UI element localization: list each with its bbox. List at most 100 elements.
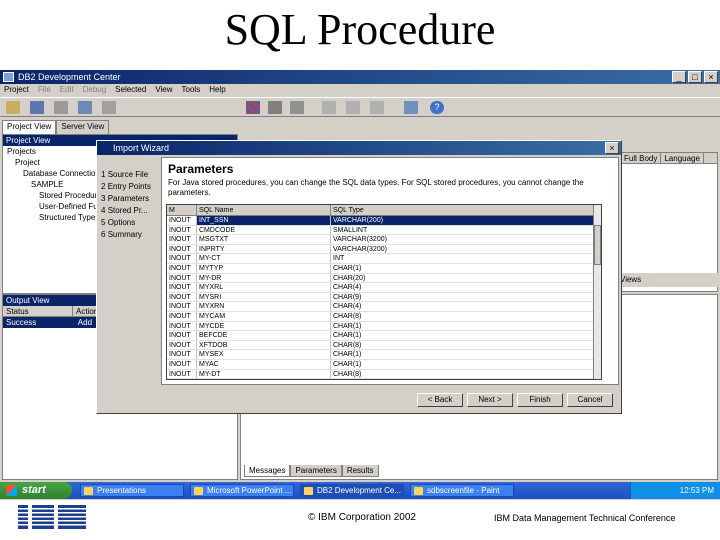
menu-file[interactable]: File bbox=[38, 84, 51, 96]
table-row[interactable]: INOUT MY-CT INT bbox=[167, 254, 601, 264]
menu-debug[interactable]: Debug bbox=[83, 84, 107, 96]
tab-parameters[interactable]: Parameters bbox=[290, 465, 342, 477]
tool-icon[interactable] bbox=[322, 101, 336, 114]
tab-project-view[interactable]: Project View bbox=[2, 120, 57, 134]
mode-cell: INOUT bbox=[167, 254, 197, 263]
column-header[interactable]: M bbox=[167, 205, 197, 215]
taskbar-item[interactable]: DB2 Development Ce... bbox=[300, 484, 404, 497]
type-cell: INT bbox=[331, 254, 599, 263]
wizard-step[interactable]: 6 Summary bbox=[101, 229, 159, 240]
table-row[interactable]: INOUT XFTDOB CHAR(8) bbox=[167, 340, 601, 351]
menu-help[interactable]: Help bbox=[209, 84, 225, 96]
type-cell: CHAR(4) bbox=[331, 283, 599, 292]
type-cell: CHAR(9) bbox=[331, 292, 599, 302]
menu-edit[interactable]: Edit bbox=[60, 84, 74, 96]
refresh-icon[interactable] bbox=[102, 101, 116, 114]
minimize-button[interactable]: _ bbox=[672, 71, 686, 83]
mode-cell: INOUT bbox=[167, 225, 197, 235]
type-cell: VARCHAR(3200) bbox=[331, 235, 599, 244]
table-row[interactable]: INOUT MYAC CHAR(1) bbox=[167, 359, 601, 370]
tab-messages[interactable]: Messages bbox=[244, 465, 291, 477]
column-header[interactable]: Full Body bbox=[621, 153, 662, 163]
page-description: For Java stored procedures, you can chan… bbox=[168, 178, 584, 197]
name-cell: MYXRU bbox=[197, 379, 331, 380]
cancel-button[interactable]: Cancel bbox=[567, 393, 613, 407]
type-cell: CHAR(8) bbox=[331, 311, 599, 321]
table-row[interactable]: INOUT MYCDE CHAR(1) bbox=[167, 321, 601, 332]
menu-view[interactable]: View bbox=[155, 84, 172, 96]
type-cell: CHAR(20) bbox=[331, 273, 599, 283]
dialog-titlebar: Import Wizard × bbox=[97, 141, 621, 155]
type-cell: SMALLINT bbox=[331, 225, 599, 235]
name-cell: CMDCODE bbox=[197, 225, 331, 235]
action-cell: Add bbox=[77, 318, 93, 327]
mode-cell: INOUT bbox=[167, 273, 197, 283]
wizard-step[interactable]: 2 Entry Points bbox=[101, 181, 159, 192]
maximize-button[interactable]: □ bbox=[688, 71, 702, 83]
print-icon[interactable] bbox=[54, 101, 68, 114]
table-row[interactable]: INOUT MYTYP CHAR(1) bbox=[167, 263, 601, 274]
taskbar-item[interactable]: Microsoft PowerPoint ... bbox=[190, 484, 294, 497]
type-cell: CHAR(1) bbox=[331, 359, 599, 369]
mode-cell: INOUT bbox=[167, 216, 197, 225]
table-row[interactable]: INOUT MY-DT CHAR(8) bbox=[167, 369, 601, 379]
connect-icon[interactable] bbox=[78, 101, 92, 114]
column-header[interactable]: Status bbox=[3, 306, 73, 316]
type-cell: CHAR(1) bbox=[331, 350, 599, 359]
vertical-scrollbar[interactable] bbox=[593, 205, 601, 379]
type-cell: CHAR(8) bbox=[331, 340, 599, 350]
column-header[interactable]: SQL Type bbox=[331, 205, 599, 215]
table-row[interactable]: INOUT MY-DR CHAR(20) bbox=[167, 273, 601, 284]
scroll-thumb[interactable] bbox=[594, 225, 601, 265]
wizard-step[interactable]: 5 Options bbox=[101, 217, 159, 228]
tool-icon[interactable] bbox=[346, 101, 360, 114]
open-icon[interactable] bbox=[6, 101, 20, 114]
debug-icon[interactable] bbox=[290, 101, 304, 114]
wizard-content: Parameters For Java stored procedures, y… bbox=[161, 157, 619, 385]
table-row[interactable]: INOUT INPRTY VARCHAR(3200) bbox=[167, 244, 601, 255]
save-icon[interactable] bbox=[30, 101, 44, 114]
wizard-step[interactable]: 4 Stored Pr... bbox=[101, 205, 159, 216]
wizard-step[interactable]: 1 Source File bbox=[101, 169, 159, 180]
table-row[interactable]: INOUT BEFCDE CHAR(1) bbox=[167, 331, 601, 341]
start-button[interactable]: start bbox=[0, 482, 72, 499]
table-row[interactable]: INOUTMYXRUCHAR(8) bbox=[167, 379, 601, 380]
table-row[interactable]: INOUT MYXRL CHAR(4) bbox=[167, 283, 601, 293]
table-row[interactable]: INOUT MYSRI CHAR(9) bbox=[167, 292, 601, 303]
column-header[interactable]: Language bbox=[661, 153, 704, 163]
taskbar-item[interactable]: Presentations bbox=[80, 484, 184, 497]
wizard-step[interactable]: 3 Parameters bbox=[101, 193, 159, 204]
close-button[interactable]: × bbox=[704, 71, 718, 83]
tool-icon[interactable] bbox=[370, 101, 384, 114]
table-row[interactable]: INOUT MYCAM CHAR(8) bbox=[167, 311, 601, 322]
app-titlebar: DB2 Development Center _ □ × bbox=[0, 70, 720, 84]
menu-tools[interactable]: Tools bbox=[182, 84, 201, 96]
parameters-table: M SQL Name SQL Type INOUT INT_SSN VARCHAR(… bbox=[166, 204, 602, 380]
next-button[interactable]: Next > bbox=[467, 393, 513, 407]
table-row[interactable]: INOUT MYSEX CHAR(1) bbox=[167, 350, 601, 360]
taskbar-item[interactable]: sdbscreenfile - Paint bbox=[410, 484, 514, 497]
name-cell: MY-DT bbox=[197, 369, 331, 379]
back-button[interactable]: < Back bbox=[417, 393, 463, 407]
table-row[interactable]: INOUT MYXRN CHAR(4) bbox=[167, 302, 601, 312]
menu-project[interactable]: Project bbox=[4, 84, 29, 96]
finish-button[interactable]: Finish bbox=[517, 393, 563, 407]
run-icon[interactable] bbox=[268, 101, 282, 114]
tool-icon[interactable] bbox=[404, 101, 418, 114]
table-row[interactable]: INOUT INT_SSN VARCHAR(200) bbox=[167, 216, 601, 226]
views-label[interactable]: Views bbox=[620, 273, 718, 287]
dialog-close-button[interactable]: × bbox=[605, 142, 619, 154]
name-cell: MYCDE bbox=[197, 321, 331, 331]
build-icon[interactable] bbox=[246, 101, 260, 114]
details-panel: Full Body Language bbox=[620, 152, 718, 292]
tab-results[interactable]: Results bbox=[341, 465, 379, 477]
mode-cell: INOUT bbox=[167, 321, 197, 331]
dialog-title: Import Wizard bbox=[113, 143, 170, 153]
type-cell: CHAR(1) bbox=[331, 321, 599, 331]
menu-selected[interactable]: Selected bbox=[115, 84, 146, 96]
tab-server-view[interactable]: Server View bbox=[56, 120, 110, 134]
table-row[interactable]: INOUT MSGTXT VARCHAR(3200) bbox=[167, 235, 601, 245]
column-header[interactable]: SQL Name bbox=[197, 205, 331, 215]
help-icon[interactable]: ? bbox=[430, 101, 444, 114]
table-row[interactable]: INOUT CMDCODE SMALLINT bbox=[167, 225, 601, 236]
